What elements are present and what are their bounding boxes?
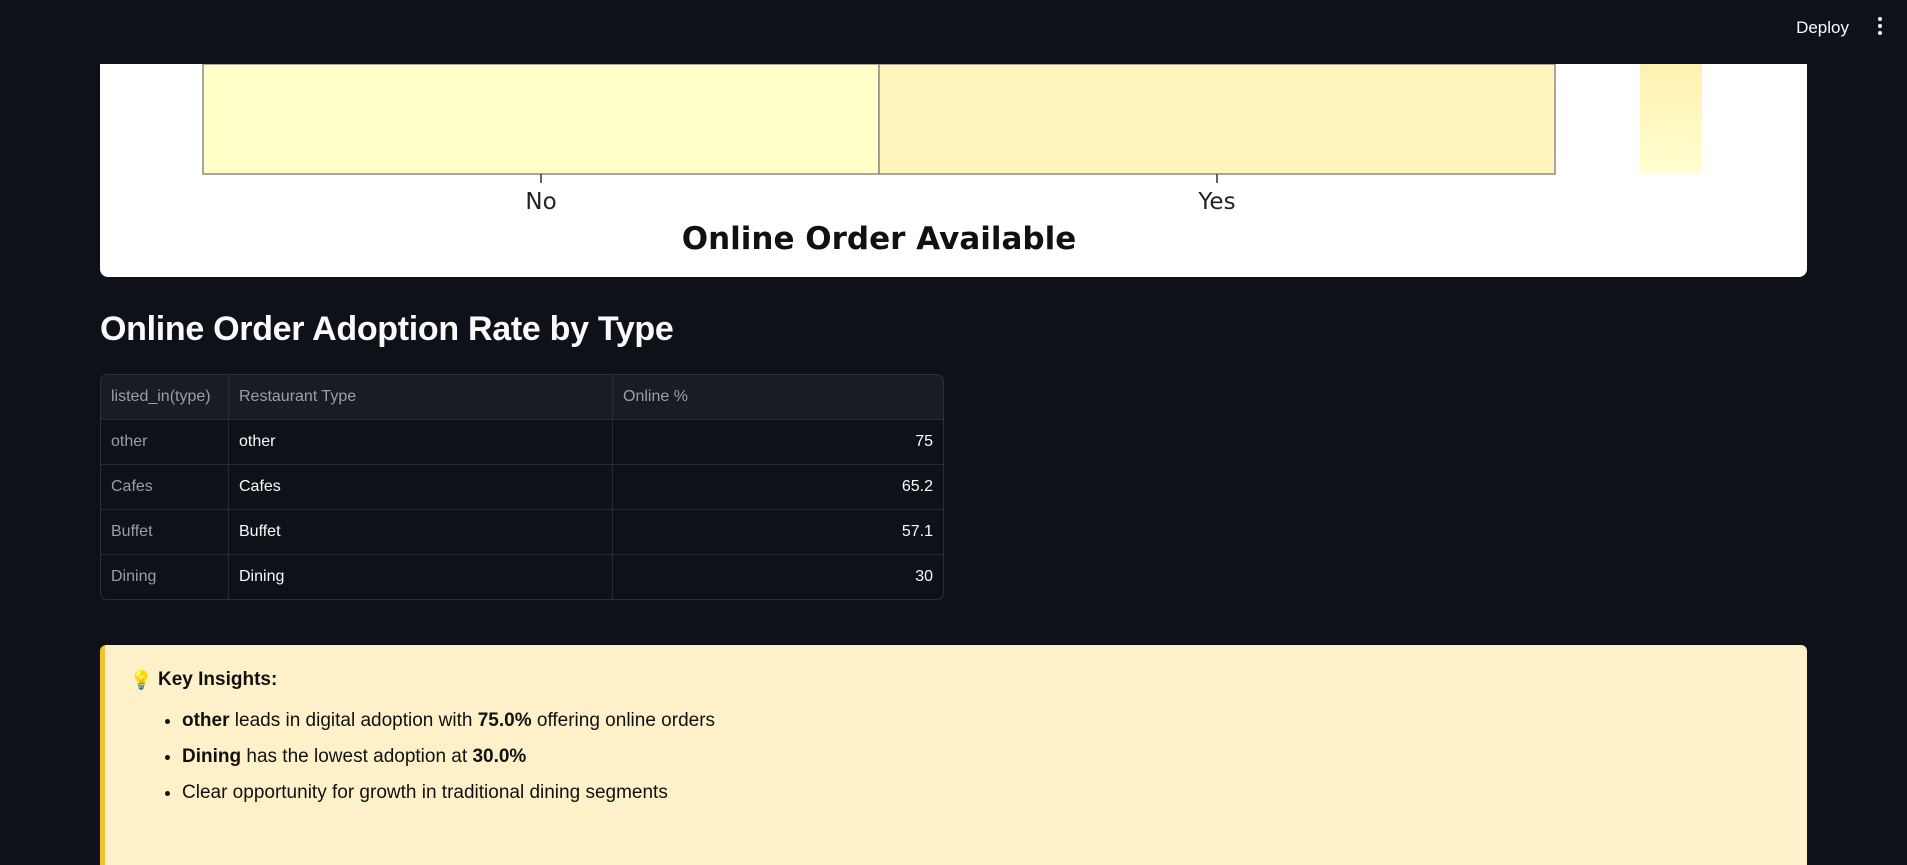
heatmap-cell-no <box>202 64 880 175</box>
table-cell[interactable]: 30 <box>612 555 943 599</box>
app-header: Deploy <box>0 0 1907 60</box>
x-axis-label: Online Order Available <box>682 221 1077 257</box>
menu-dot <box>1878 31 1882 35</box>
menu-dot <box>1878 24 1882 28</box>
list-item: Clear opportunity for growth in traditio… <box>182 775 715 811</box>
lightbulb-icon: 💡 <box>130 669 153 690</box>
x-tick-label-yes: Yes <box>1197 189 1235 215</box>
insight-bold: other <box>182 710 230 731</box>
more-vertical-icon[interactable] <box>1875 17 1885 39</box>
table-cell[interactable]: 75 <box>612 420 943 464</box>
table-cell[interactable]: 57.1 <box>612 510 943 554</box>
list-item: other leads in digital adoption with 75.… <box>182 703 715 739</box>
table-cell[interactable]: other <box>228 420 612 464</box>
insights-heading: Key Insights: <box>158 669 278 690</box>
insight-bold: 75.0% <box>477 710 532 731</box>
table-row[interactable]: Dining Dining 30 <box>101 554 943 599</box>
table-index-cell[interactable]: other <box>101 420 228 464</box>
insights-callout: 💡 Key Insights: other leads in digital a… <box>100 645 1807 865</box>
colorbar <box>1640 64 1702 174</box>
table-cell[interactable]: Cafes <box>228 465 612 509</box>
table-cell[interactable]: 65.2 <box>612 465 943 509</box>
column-header-index[interactable]: listed_in(type) <box>101 375 228 419</box>
insight-text: has the lowest adoption at <box>241 746 473 767</box>
heatmap-chart: No Yes Online Order Available <box>202 64 1702 257</box>
table-row[interactable]: Buffet Buffet 57.1 <box>101 509 943 554</box>
table-row[interactable]: other other 75 <box>101 419 943 464</box>
menu-dot <box>1878 17 1882 21</box>
data-table[interactable]: listed_in(type) Restaurant Type Online %… <box>100 374 944 600</box>
heatmap-cell-yes <box>878 64 1556 175</box>
list-item: Dining has the lowest adoption at 30.0% <box>182 739 715 775</box>
column-header-restaurant-type[interactable]: Restaurant Type <box>228 375 612 419</box>
table-index-cell[interactable]: Dining <box>101 555 228 599</box>
table-cell[interactable]: Dining <box>228 555 612 599</box>
table-header-row: listed_in(type) Restaurant Type Online % <box>101 375 943 419</box>
deploy-button[interactable]: Deploy <box>1796 18 1849 38</box>
insight-bold: Dining <box>182 746 242 767</box>
table-index-cell[interactable]: Buffet <box>101 510 228 554</box>
x-tick-label-no: No <box>525 189 556 215</box>
table-index-cell[interactable]: Cafes <box>101 465 228 509</box>
insights-title: 💡 Key Insights: <box>130 669 277 691</box>
insight-text: Clear opportunity for growth in traditio… <box>182 782 668 803</box>
insight-text: leads in digital adoption with <box>229 710 478 731</box>
heatmap-chart-card: No Yes Online Order Available <box>100 64 1807 277</box>
insights-list: other leads in digital adoption with 75.… <box>160 703 715 811</box>
page-title: Online Order Adoption Rate by Type <box>100 310 674 348</box>
table-cell[interactable]: Buffet <box>228 510 612 554</box>
table-row[interactable]: Cafes Cafes 65.2 <box>101 464 943 509</box>
insight-bold: 30.0% <box>472 746 527 767</box>
insight-text: offering online orders <box>531 710 716 731</box>
column-header-online-percent[interactable]: Online % <box>612 375 943 419</box>
